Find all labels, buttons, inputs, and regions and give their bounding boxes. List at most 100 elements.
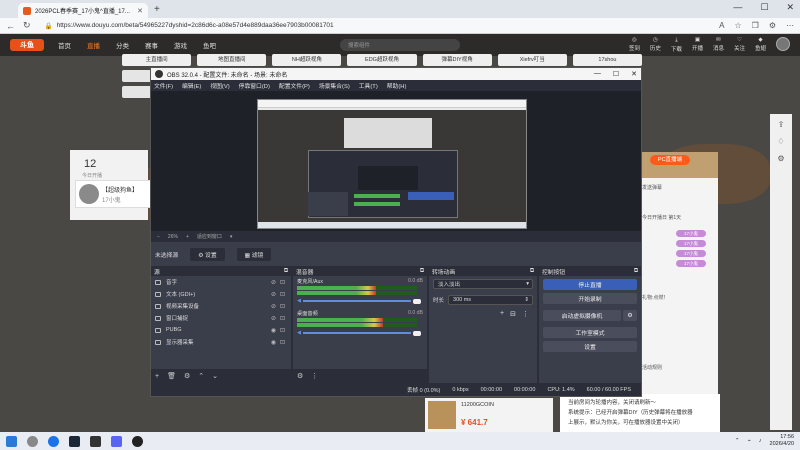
close-icon[interactable]: ✕ [786,2,794,13]
category-diy[interactable]: 弹幕DIY视角 [422,54,492,66]
lock-icon[interactable]: ⊡ [280,279,285,286]
volume-slider[interactable]: ◀ [297,330,421,336]
douyu-search-input[interactable]: 搜索组件 [340,39,460,51]
eye-hidden-icon[interactable]: ⊘ [271,279,276,286]
filters-button[interactable]: ▦ 滤镜 [236,247,272,261]
properties-button[interactable]: ⚙ 设置 [190,247,225,261]
host-card[interactable]: 【超级狗鱼】 17小鬼 [75,180,151,208]
eye-icon[interactable]: ◉ [271,339,276,346]
menu-profile[interactable]: 配置文件(P) [279,81,310,90]
checkin-button[interactable]: ◎ 签到 [629,37,640,53]
start-icon[interactable] [6,435,17,447]
maximize-icon[interactable]: ☐ [760,2,768,13]
read-aloud-icon[interactable]: A [719,21,724,30]
eye-hidden-icon[interactable]: ⊘ [271,303,276,310]
source-item[interactable]: 视频采集设备 ⊘ ⊡ [151,300,291,312]
studio-mode-button[interactable]: 工作室模式 [543,327,637,338]
delete-icon[interactable]: 🗑 [167,372,176,380]
new-tab-button[interactable]: + [154,4,160,15]
dock-popout-icon[interactable]: ⧉ [420,268,424,275]
history-button[interactable]: ◷ 历史 [650,37,661,53]
download-button[interactable]: ⤓ 下载 [671,37,682,53]
terminal-icon[interactable] [90,435,101,447]
mixer-menu-icon[interactable]: ⋮ [311,372,318,380]
product-ad[interactable]: 11200GCOIN ¥ 641.7 [425,398,553,432]
close-tab-icon[interactable]: ✕ [137,7,143,15]
duration-input[interactable]: 300 ms ⇕ [448,295,533,305]
zoom-out-icon[interactable]: − [157,234,160,240]
settings-icon[interactable]: ⚙ [777,154,784,163]
menu-help[interactable]: 帮助(H) [387,81,407,90]
advanced-audio-icon[interactable]: ⚙ [297,372,303,380]
wallet-button[interactable]: ◆ 鱼翅 [755,37,766,53]
menu-scene-collection[interactable]: 场景集合(S) [319,81,350,90]
start-virtual-camera-button[interactable]: 启动虚拟摄像机 [543,310,621,321]
menu-edit[interactable]: 编辑(E) [182,81,201,90]
source-item[interactable]: 窗口捕捉 ⊘ ⊡ [151,312,291,324]
source-item[interactable]: 文本 (GDI+) ⊘ ⊡ [151,288,291,300]
eye-hidden-icon[interactable]: ⊘ [271,291,276,298]
favorite-icon[interactable]: ☆ [734,21,741,30]
lock-icon[interactable]: ⊡ [280,339,285,346]
source-item[interactable]: PUBG ◉ ⊡ [151,324,291,336]
clock[interactable]: 17:56 2026/4/20 [770,434,794,448]
add-transition-icon[interactable]: + [500,310,504,318]
menu-file[interactable]: 文件(F) [154,81,173,90]
category-map[interactable]: 地图直播间 [197,54,267,66]
add-icon[interactable]: + [155,373,159,380]
settings-button[interactable]: 设置 [543,341,637,352]
remove-transition-icon[interactable]: ⊟ [510,310,516,318]
extensions-icon[interactable]: ⚙ [769,21,776,30]
transition-select[interactable]: 淡入淡出 ▾ [433,279,533,289]
menu-view[interactable]: 视图(V) [210,81,229,90]
lock-icon[interactable]: ⊡ [280,327,285,334]
edge-icon[interactable] [48,435,59,447]
messages-button[interactable]: ✉ 消息 [713,37,724,53]
nav-yuba[interactable]: 鱼吧 [203,40,216,50]
discord-icon[interactable] [111,435,122,447]
nav-category[interactable]: 分类 [116,40,129,50]
obs-close-icon[interactable]: ✕ [631,70,637,78]
volume-slider[interactable]: ◀ [297,298,421,304]
minimize-icon[interactable]: — [733,2,742,13]
menu-docks[interactable]: 停靠窗口(D) [239,81,270,90]
menu-tools[interactable]: 工具(T) [359,81,378,90]
speaker-icon[interactable]: ◀ [297,330,301,336]
move-down-icon[interactable]: ⌄ [212,372,218,380]
zoom-mode[interactable]: 适应到窗口 [197,233,222,240]
category-main[interactable]: 主直播间 [122,54,192,66]
virtual-camera-settings-icon[interactable]: ⚙ [623,310,637,321]
volume-icon[interactable]: ♪ [759,438,762,444]
obs-preview[interactable] [151,91,641,231]
category-xiefrv[interactable]: Xiefrv叮当 [497,54,567,66]
gift-icon[interactable]: ♢ [777,137,784,146]
properties-icon[interactable]: ⚙ [184,372,190,380]
obs-taskbar-icon[interactable] [132,435,143,447]
follow-button[interactable]: ♡ 关注 [734,37,745,53]
eye-hidden-icon[interactable]: ⊘ [271,315,276,322]
nav-games[interactable]: 游戏 [174,40,187,50]
browser-tab[interactable]: 2026PCL春季赛_17小鬼^直播_17... ✕ [18,3,148,18]
source-item[interactable]: 显示器采集 ◉ ⊡ [151,336,291,348]
lock-icon[interactable]: ⊡ [280,315,285,322]
eye-icon[interactable]: ◉ [271,327,276,334]
back-icon[interactable]: ← [6,21,15,31]
refresh-icon[interactable]: ↻ [23,20,31,31]
user-avatar[interactable] [776,37,790,51]
nav-events[interactable]: 赛事 [145,40,158,50]
network-icon[interactable]: ⌁ [747,438,750,444]
lock-icon[interactable]: ⊡ [280,291,285,298]
start-recording-button[interactable]: 开始录制 [543,293,637,304]
go-live-button[interactable]: ▣ 开播 [692,37,703,53]
nav-home[interactable]: 首页 [58,40,71,50]
nav-live[interactable]: 直播 [87,40,100,50]
dock-popout-icon[interactable]: ⧉ [284,268,288,275]
chevron-down-icon[interactable]: ▾ [230,234,233,240]
collections-icon[interactable]: ❐ [752,21,759,30]
tray-expand-icon[interactable]: ⌃ [735,438,740,444]
transition-menu-icon[interactable]: ⋮ [522,310,529,318]
obs-minimize-icon[interactable]: — [594,70,601,78]
dock-popout-icon[interactable]: ⧉ [530,268,534,275]
steam-icon[interactable] [69,435,80,447]
pc-live-button[interactable]: PC直播端 [650,155,690,165]
